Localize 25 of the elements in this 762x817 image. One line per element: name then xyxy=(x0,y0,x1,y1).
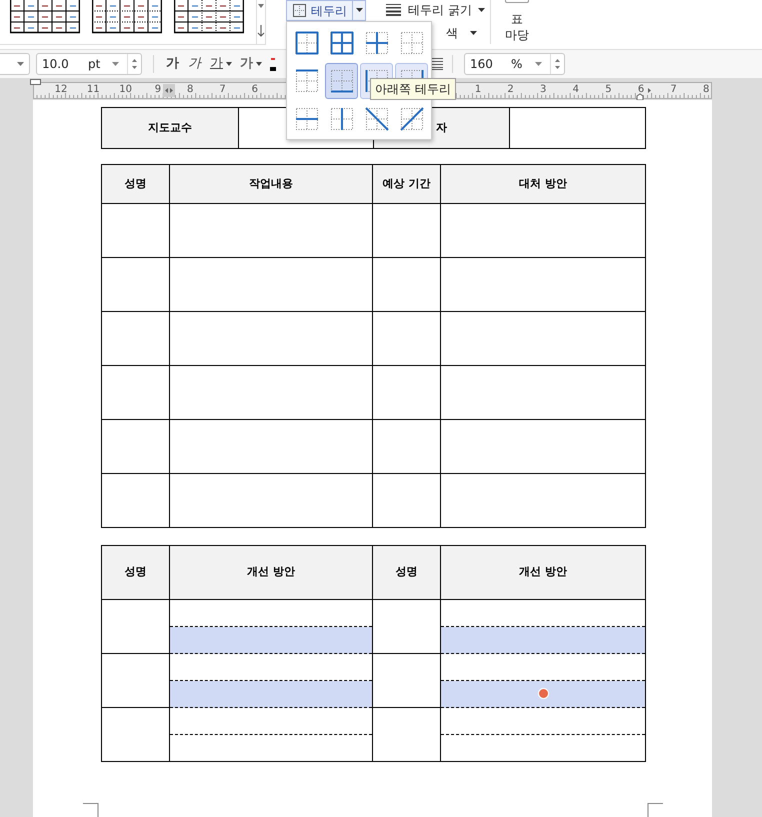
ruler-number: 6 xyxy=(638,84,644,95)
ruler-number: 9 xyxy=(154,84,162,95)
ruler-number: 5 xyxy=(605,84,612,95)
ruler-number: 11 xyxy=(86,84,100,95)
ruler-number: 10 xyxy=(119,84,132,95)
header-cell: 성명 xyxy=(102,164,170,204)
ruler-number: 6 xyxy=(252,84,258,95)
ruler-number: 3 xyxy=(540,84,546,95)
ruler-number: 12 xyxy=(54,84,68,95)
ruler-number: 8 xyxy=(703,84,710,95)
header-cell: 예상 기간 xyxy=(372,164,440,204)
ruler-number: 7 xyxy=(670,84,677,95)
header-cell: 작업내용 xyxy=(170,164,372,204)
ruler-number: 2 xyxy=(507,84,514,95)
header-cell: 지도교수 xyxy=(102,108,238,148)
ruler-number: 7 xyxy=(219,84,226,95)
header-cell: 개선 방안 xyxy=(170,546,372,600)
header-cell: 대처 방안 xyxy=(440,164,646,204)
header-cell: 개선 방안 xyxy=(440,546,646,600)
ruler-number: 1 xyxy=(474,84,482,95)
tooltip: 아래쪽 테두리 xyxy=(370,78,456,100)
ruler-number: 4 xyxy=(572,84,579,95)
header-cell: 성명 xyxy=(372,546,440,600)
ruler-number: 8 xyxy=(187,84,194,95)
header-cell: 성명 xyxy=(102,546,170,600)
